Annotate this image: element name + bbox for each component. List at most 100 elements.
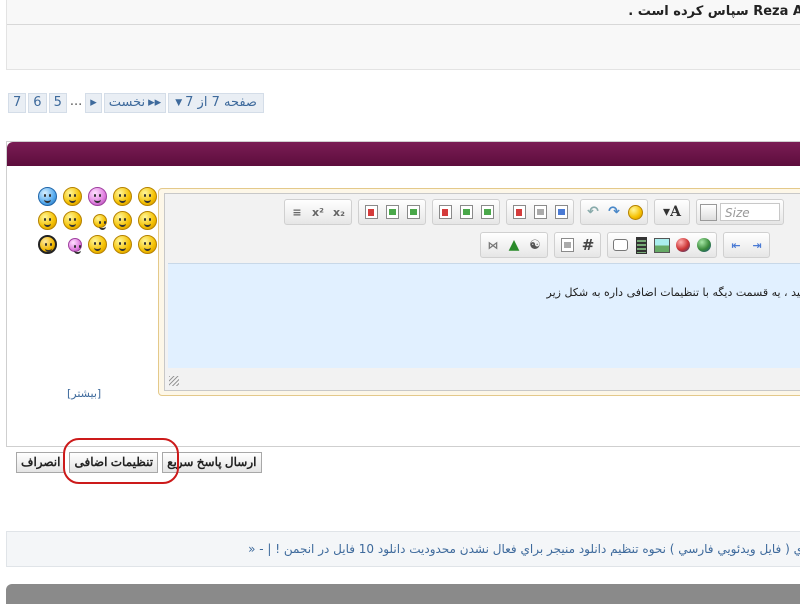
font-color-button[interactable]: ▾A [658,203,686,221]
toolbar-group: # [554,232,601,258]
insert-table-button[interactable] [552,203,570,221]
insert-image-button[interactable]: ▲ [505,236,523,254]
smiley-icon[interactable] [38,187,57,206]
double-arrow-icon: ▸▸ [148,95,162,110]
table-icon [533,205,547,219]
outdent-button[interactable]: ⇤ [727,236,745,254]
toolbar-group: ≡ x² x₂ [284,199,352,225]
redo-button[interactable]: ↷ [605,203,623,221]
remove-format-button[interactable]: ≡ [288,203,306,221]
hashtag-button[interactable]: # [579,236,597,254]
page-number-7[interactable]: 7 [8,93,27,113]
subscript-button[interactable]: x₂ [330,203,348,221]
smiley-icon[interactable] [68,238,82,254]
page-number-6[interactable]: 6 [28,93,47,113]
film-icon [635,236,647,254]
insert-column-right-button[interactable] [478,203,496,221]
unlink-button[interactable]: ⋈ [484,236,502,254]
smiley-icon[interactable] [113,235,132,254]
insert-video-button[interactable] [632,236,650,254]
page-ellipsis: ... [69,94,83,109]
insert-column-left-button[interactable] [457,203,475,221]
php-code-button[interactable] [558,236,576,254]
thanks-text: Reza A سپاس کرده است . [628,4,800,19]
font-color-icon: ▾A [663,204,681,220]
toolbar-group: ⇤ ⇥ [723,232,770,258]
indent-button[interactable]: ⇥ [748,236,766,254]
outdent-icon: ⇤ [731,238,741,252]
smiley-icon[interactable] [138,235,157,254]
smiley-icon [627,204,643,220]
toolbar-row-2: ⋈ ▲ ☯ # ⇤ ⇥ [480,232,770,258]
smilies-button[interactable] [626,203,644,221]
insert-row-below-button[interactable] [404,203,422,221]
prev-page-button[interactable]: ▸ [85,93,102,113]
toolbar-group: ↶ ↷ [580,199,648,225]
quick-reply-panel: [بیشتر] ≡ x² x₂ ↶ ↷ ▾A Size ⋈ ▲ ☯ # ⇤ ⇥ … [6,141,800,447]
delete-table-button[interactable] [510,203,528,221]
insert-person-button[interactable]: ☯ [526,236,544,254]
subscript-icon: x₂ [333,205,345,219]
smiley-icon[interactable] [88,187,107,206]
footer-bar [6,584,800,604]
resize-grip-icon[interactable] [169,376,179,386]
editor-textarea[interactable]: هید ، یه قسمت دیگه با تنظیمات اضافی داره… [168,263,800,368]
insert-row-above-button[interactable] [383,203,401,221]
smiley-icon[interactable] [93,214,107,230]
toolbar-group [432,199,500,225]
page-jump-menu[interactable]: صفحه 7 از 7 ▼ [168,93,264,113]
smiley-icon[interactable] [138,187,157,206]
smiley-icon[interactable] [63,211,82,230]
smiley-icon[interactable] [113,187,132,206]
indent-icon: ⇥ [752,238,762,252]
first-page-button[interactable]: نخست ▸▸ [103,93,167,113]
remove-link-button[interactable] [674,236,692,254]
smiley-icon[interactable] [138,211,157,230]
quote-bubble-icon [612,239,628,251]
smiley-icon[interactable] [38,235,57,254]
php-icon [560,238,574,252]
more-smilies-link[interactable]: [بیشتر] [67,387,101,400]
person-icon: ☯ [529,237,541,253]
dropdown-arrow-icon: ▼ [175,98,183,108]
picture-icon [654,237,670,253]
toolbar-row-1: ≡ x² x₂ ↶ ↷ ▾A Size [284,199,784,225]
table-icon [512,205,526,219]
first-page-label: نخست [108,95,146,110]
insert-picture-button[interactable] [653,236,671,254]
redo-icon: ↷ [608,204,620,220]
toolbar-group [358,199,426,225]
table-icon [385,205,399,219]
highlight-ring [63,438,179,484]
delete-column-button[interactable] [436,203,454,221]
font-size-select[interactable]: Size [720,203,780,221]
editor: ≡ x² x₂ ↶ ↷ ▾A Size ⋈ ▲ ☯ # ⇤ ⇥ هید ، یه… [158,188,800,396]
smiley-icon[interactable] [63,187,82,206]
insert-link-button[interactable] [695,236,713,254]
related-threads-link[interactable]: ي ( فايل ويدئويي فارسي ) نحوه تنظيم دانل… [248,542,800,556]
superscript-button[interactable]: x² [309,203,327,221]
undo-button[interactable]: ↶ [584,203,602,221]
insert-row-button[interactable] [362,203,380,221]
thanks-box: Reza A سپاس کرده است . [6,0,800,70]
table-icon [480,205,494,219]
toolbar-group [506,199,574,225]
quote-button[interactable] [611,236,629,254]
hash-icon: # [581,236,595,254]
cancel-button[interactable]: انصراف [16,452,66,473]
smiley-icon[interactable] [38,211,57,230]
align-icon: ≡ [292,205,302,219]
editor-content: هید ، یه قسمت دیگه با تنظیمات اضافی داره… [546,286,800,299]
page-number-5[interactable]: 5 [48,93,67,113]
toolbar-group: ⋈ ▲ ☯ [480,232,548,258]
smiley-icon[interactable] [88,235,107,254]
globe-icon [697,238,711,252]
related-threads-bar: ي ( فايل ويدئويي فارسي ) نحوه تنظيم دانل… [6,531,800,567]
thanks-divider [7,24,800,25]
toolbar-group: ▾A [654,199,690,225]
smiley-icon[interactable] [113,211,132,230]
mode-select-icon[interactable] [700,203,717,221]
smilies-grid [27,187,157,254]
table-icon [438,205,452,219]
table-properties-button[interactable] [531,203,549,221]
